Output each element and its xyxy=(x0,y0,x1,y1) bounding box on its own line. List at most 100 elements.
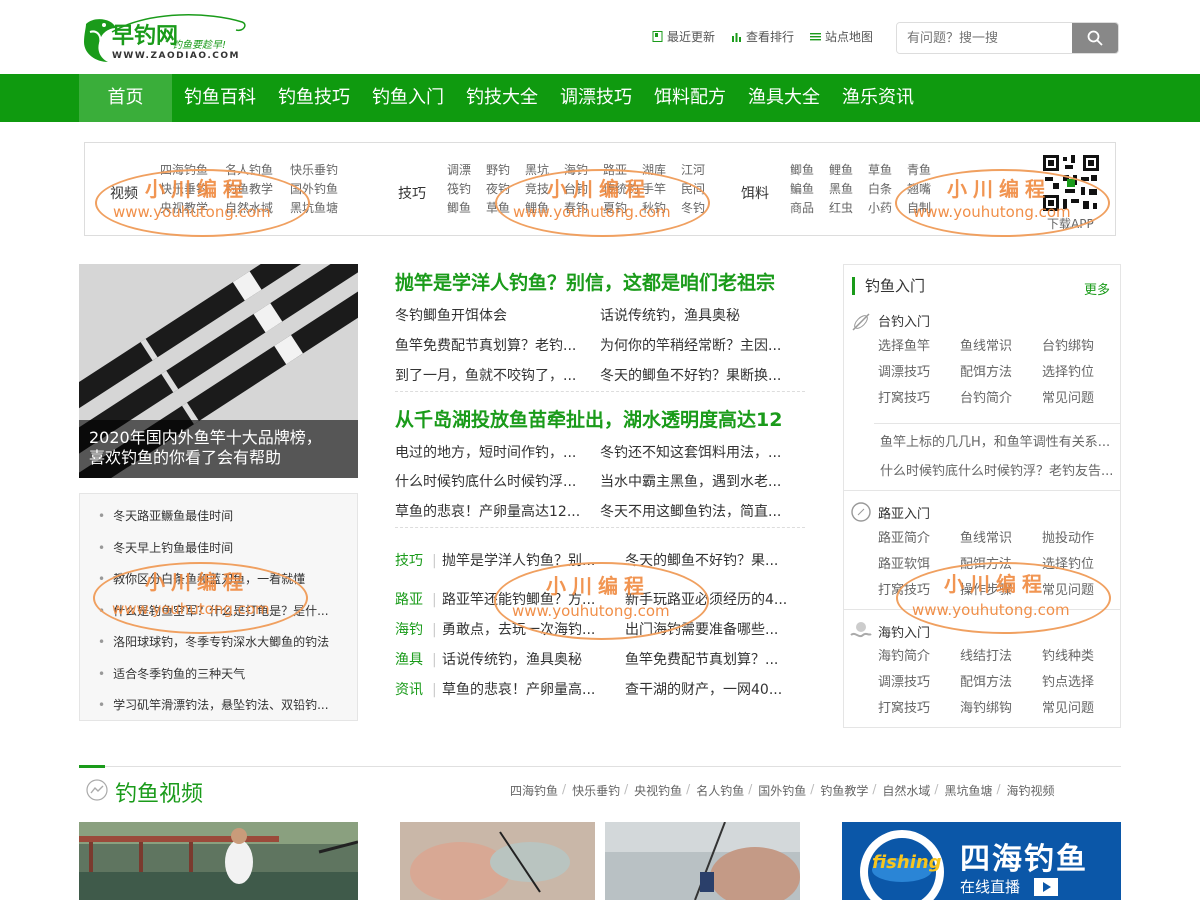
list-item[interactable]: 冬天路亚鳜鱼最佳时间 xyxy=(98,504,357,536)
nav-item-beginner[interactable]: 钓鱼入门 xyxy=(370,74,446,122)
top-link-rank[interactable]: 查看排行 xyxy=(731,28,794,45)
video-tag[interactable]: 海钓视频 xyxy=(1007,782,1055,799)
section-link[interactable]: 打窝技巧 xyxy=(878,389,960,409)
video-tag[interactable]: 名人钓鱼 xyxy=(696,782,744,799)
section-link[interactable]: 配饵方法 xyxy=(960,673,1042,693)
list-item[interactable]: 学习矶竿滑漂钓法，悬坠钓法、双铅钓... xyxy=(98,693,357,725)
section-link[interactable]: 台钓绑钩 xyxy=(1042,337,1124,357)
top-link-recent[interactable]: 最近更新 xyxy=(652,28,715,45)
section-link[interactable]: 海钓简介 xyxy=(878,647,960,667)
article-link[interactable]: 草鱼的悲哀！产卵量高达12... xyxy=(395,502,600,522)
top-link-sitemap[interactable]: 站点地图 xyxy=(810,28,873,45)
category-link[interactable]: 红虫 xyxy=(829,200,868,217)
article-link[interactable]: 冬天的鲫鱼不好钓？果断换... xyxy=(600,366,805,386)
headline-article[interactable]: 抛竿是学洋人钓鱼？别信，这都是咱们老祖宗 xyxy=(395,268,805,295)
section-link[interactable]: 钓点选择 xyxy=(1042,673,1124,693)
category-link[interactable]: 调漂 xyxy=(447,162,486,179)
category-link[interactable]: 鲫鱼 xyxy=(447,200,486,217)
video-thumbnail[interactable] xyxy=(400,822,595,900)
tag-label[interactable]: 技巧 xyxy=(395,551,432,571)
video-thumbnail[interactable] xyxy=(605,822,800,900)
article-link[interactable]: 鱼竿免费配节真划算？... xyxy=(625,650,805,670)
section-link[interactable]: 鱼线常识 xyxy=(960,529,1042,549)
category-link[interactable]: 小药 xyxy=(868,200,907,217)
nav-item-bait[interactable]: 饵料配方 xyxy=(652,74,728,122)
section-title-sea[interactable]: 海钓入门 xyxy=(878,622,930,641)
section-link[interactable]: 配饵方法 xyxy=(960,363,1042,383)
section-link[interactable]: 常见问题 xyxy=(1042,699,1124,719)
more-link[interactable]: 更多 xyxy=(1084,279,1110,298)
section-link[interactable]: 抛投动作 xyxy=(1042,529,1124,549)
section-link[interactable]: 路亚简介 xyxy=(878,529,960,549)
video-tag[interactable]: 黑坑鱼塘 xyxy=(944,782,992,799)
article-link[interactable]: 冬天不用这鲫鱼钓法，简直... xyxy=(600,502,805,522)
list-item[interactable]: 冬天早上钓鱼最佳时间 xyxy=(98,536,357,568)
headline-article[interactable]: 从千岛湖投放鱼苗牵扯出，湖水透明度高达12 xyxy=(395,405,805,432)
search-button[interactable] xyxy=(1072,23,1118,53)
video-tag[interactable]: 钓鱼教学 xyxy=(820,782,868,799)
section-link[interactable]: 打窝技巧 xyxy=(878,699,960,719)
article-link[interactable]: 为何你的竿稍经常断？主因... xyxy=(600,336,805,356)
category-link[interactable]: 鲫鱼 xyxy=(790,162,829,179)
featured-article[interactable]: 2020年国内外鱼竿十大品牌榜， 喜欢钓鱼的你看了会有帮助 xyxy=(79,264,358,478)
section-link[interactable]: 台钓简介 xyxy=(960,389,1042,409)
nav-item-skills[interactable]: 钓鱼技巧 xyxy=(276,74,352,122)
section-link[interactable]: 调漂技巧 xyxy=(878,673,960,693)
category-link[interactable]: 筏钓 xyxy=(447,181,486,198)
list-item[interactable]: 适合冬季钓鱼的三种天气 xyxy=(98,662,357,694)
search-input[interactable] xyxy=(897,23,1072,53)
category-link[interactable]: 青鱼 xyxy=(907,162,946,179)
article-link[interactable]: 出门海钓需要准备哪些... xyxy=(625,620,805,640)
section-title-lure[interactable]: 路亚入门 xyxy=(878,503,930,522)
article-link[interactable]: 查干湖的财产，一网40... xyxy=(625,680,805,700)
article-link[interactable]: 冬钓还不知这套饵料用法，... xyxy=(600,443,805,463)
tag-label[interactable]: 海钓 xyxy=(395,620,432,640)
category-link[interactable]: 白条 xyxy=(868,181,907,198)
list-item[interactable]: 洛阳球球钓，冬季专钓深水大鲫鱼的钓法 xyxy=(98,630,357,662)
video-tag[interactable]: 四海钓鱼 xyxy=(510,782,558,799)
section-link[interactable]: 鱼线常识 xyxy=(960,337,1042,357)
category-link[interactable]: 民间 xyxy=(681,181,720,198)
section-title-platform[interactable]: 台钓入门 xyxy=(878,311,930,330)
section-article[interactable]: 鱼竿上标的几几H，和鱼竿调性有关系... xyxy=(880,431,1116,450)
section-link[interactable]: 钓线种类 xyxy=(1042,647,1124,667)
category-link[interactable]: 商品 xyxy=(790,200,829,217)
section-link[interactable]: 选择钓位 xyxy=(1042,555,1124,575)
article-link[interactable]: 话说传统钓，渔具奥秘 xyxy=(442,650,625,670)
article-link[interactable]: 冬天的鲫鱼不好钓？果... xyxy=(625,551,805,571)
section-link[interactable]: 调漂技巧 xyxy=(878,363,960,383)
video-tag[interactable]: 快乐垂钓 xyxy=(572,782,620,799)
video-section-title[interactable]: 钓鱼视频 xyxy=(115,776,203,808)
article-link[interactable]: 勇敢点，去玩一次海钓... xyxy=(442,620,625,640)
article-link[interactable]: 草鱼的悲哀！产卵量高... xyxy=(442,680,625,700)
category-link[interactable]: 黑坑鱼塘 xyxy=(290,200,355,217)
section-link[interactable]: 选择鱼竿 xyxy=(878,337,960,357)
category-link[interactable]: 国外钓鱼 xyxy=(290,181,355,198)
category-link[interactable]: 快乐垂钓 xyxy=(290,162,355,179)
article-link[interactable]: 抛竿是学洋人钓鱼？别... xyxy=(442,551,625,571)
nav-item-home[interactable]: 首页 xyxy=(79,74,172,122)
nav-item-news[interactable]: 渔乐资讯 xyxy=(840,74,916,122)
video-thumbnail[interactable] xyxy=(79,822,358,900)
category-link[interactable]: 江河 xyxy=(681,162,720,179)
section-link[interactable]: 线结打法 xyxy=(960,647,1042,667)
section-link[interactable]: 常见问题 xyxy=(1042,581,1124,601)
video-tag[interactable]: 央视钓鱼 xyxy=(634,782,682,799)
top-link-rank-label[interactable]: 查看排行 xyxy=(746,28,794,45)
nav-item-encyclopedia[interactable]: 钓鱼百科 xyxy=(182,74,258,122)
category-link[interactable]: 黑鱼 xyxy=(829,181,868,198)
tag-label[interactable]: 资讯 xyxy=(395,680,432,700)
category-link[interactable]: 草鱼 xyxy=(868,162,907,179)
article-link[interactable]: 到了一月，鱼就不咬钩了，... xyxy=(395,366,600,386)
top-link-recent-label[interactable]: 最近更新 xyxy=(667,28,715,45)
article-link[interactable]: 什么时候钓底什么时候钓浮... xyxy=(395,472,600,492)
section-link[interactable]: 常见问题 xyxy=(1042,389,1124,409)
video-tag[interactable]: 国外钓鱼 xyxy=(758,782,806,799)
article-link[interactable]: 电过的地方，短时间作钓，... xyxy=(395,443,600,463)
article-link[interactable]: 冬钓鲫鱼开饵体会 xyxy=(395,306,600,326)
nav-item-gear[interactable]: 渔具大全 xyxy=(746,74,822,122)
video-thumbnail-live[interactable]: fishing 四海钓鱼 在线直播 xyxy=(842,822,1121,900)
section-article[interactable]: 什么时候钓底什么时候钓浮？老钓友告... xyxy=(880,460,1116,479)
tag-label[interactable]: 路亚 xyxy=(395,590,432,610)
article-link[interactable]: 鱼竿免费配节真划算？老钓... xyxy=(395,336,600,356)
